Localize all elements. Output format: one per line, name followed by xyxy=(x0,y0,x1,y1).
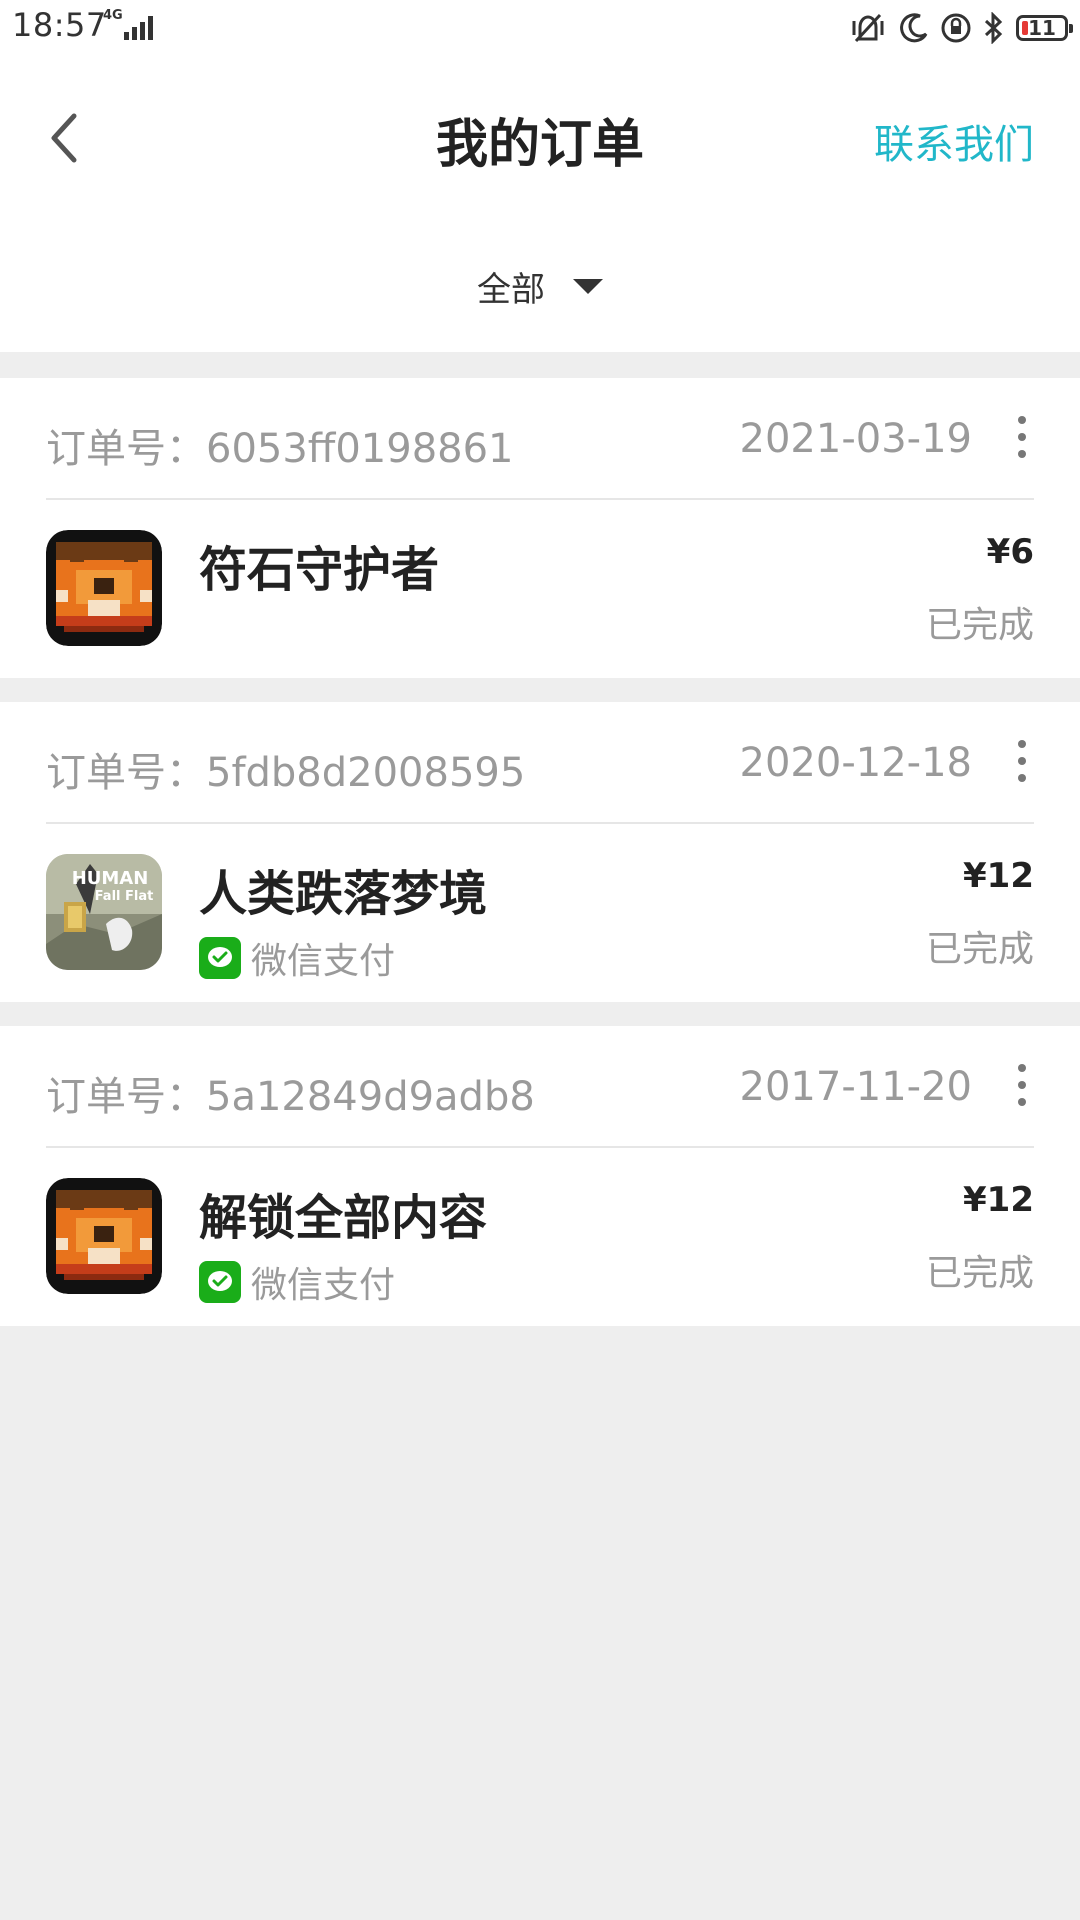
wechat-pay-icon xyxy=(199,937,241,979)
status-time: 18:57 xyxy=(12,6,107,44)
caret-down-icon xyxy=(573,279,603,294)
human-fall-flat-icon: HUMAN Fall Flat xyxy=(46,854,162,970)
status-bar: 18:57 4G 11 xyxy=(0,0,1080,56)
filter-label: 全部 xyxy=(477,270,545,310)
battery-icon: 11 xyxy=(1016,15,1073,41)
order-header: 订单号：6053ff0198861 2021-03-19 xyxy=(46,378,1034,500)
order-price: ¥12 xyxy=(963,1180,1034,1220)
order-header: 订单号：5a12849d9adb8 2017-11-20 xyxy=(46,1026,1034,1148)
nav-header: 我的订单 联系我们 xyxy=(0,70,1080,210)
product-name: 符石守护者 xyxy=(199,542,440,598)
order-date: 2020-12-18 xyxy=(739,740,972,786)
vibrate-icon xyxy=(852,13,884,43)
product-name: 人类跌落梦境 xyxy=(199,866,488,922)
order-card[interactable]: 订单号：6053ff0198861 2021-03-19 符石守护者 ¥6 已完… xyxy=(0,378,1080,678)
contact-us-link[interactable]: 联系我们 xyxy=(874,112,1034,170)
order-status: 已完成 xyxy=(925,1253,1034,1294)
order-date: 2021-03-19 xyxy=(739,416,972,462)
more-options-icon[interactable] xyxy=(1016,740,1028,784)
network-type: 4G xyxy=(103,8,123,23)
bluetooth-icon xyxy=(984,12,1003,44)
more-options-icon[interactable] xyxy=(1016,1064,1028,1108)
order-body: 解锁全部内容 微信支付 ¥12 已完成 xyxy=(46,1148,1034,1326)
order-card[interactable]: 订单号：5fdb8d2008595 2020-12-18 HUMAN Fall … xyxy=(0,702,1080,1002)
status-icons: 11 xyxy=(848,8,1073,48)
payment-method: 微信支付 xyxy=(199,932,395,984)
icon-text-human: HUMAN xyxy=(72,868,149,889)
order-number: 订单号：5fdb8d2008595 xyxy=(46,750,526,796)
more-options-icon[interactable] xyxy=(1016,416,1028,460)
filter-dropdown[interactable]: 全部 xyxy=(0,262,1080,311)
order-body: HUMAN Fall Flat 人类跌落梦境 微信支付 ¥12 已完成 xyxy=(46,824,1034,1002)
signal-icon xyxy=(124,16,153,40)
rune-guardian-icon xyxy=(46,1178,162,1294)
payment-label: 微信支付 xyxy=(251,941,396,982)
battery-level: 11 xyxy=(1028,16,1056,40)
icon-text-fallflat: Fall Flat xyxy=(95,889,154,904)
order-card[interactable]: 订单号：5a12849d9adb8 2017-11-20 解锁全部内容 微信支付… xyxy=(0,1026,1080,1326)
order-price: ¥6 xyxy=(986,532,1034,572)
order-number: 订单号：5a12849d9adb8 xyxy=(46,1074,535,1120)
order-status: 已完成 xyxy=(925,605,1034,646)
order-date: 2017-11-20 xyxy=(739,1064,972,1110)
order-body: 符石守护者 ¥6 已完成 xyxy=(46,500,1034,678)
order-number: 订单号：6053ff0198861 xyxy=(46,426,514,472)
rotation-lock-icon xyxy=(941,13,971,43)
rune-guardian-icon xyxy=(46,530,162,646)
order-status: 已完成 xyxy=(925,929,1034,970)
moon-icon xyxy=(900,13,928,43)
order-header: 订单号：5fdb8d2008595 2020-12-18 xyxy=(46,702,1034,824)
payment-label: 微信支付 xyxy=(251,1265,396,1306)
product-name: 解锁全部内容 xyxy=(199,1190,488,1246)
payment-method: 微信支付 xyxy=(199,1256,395,1308)
order-price: ¥12 xyxy=(963,856,1034,896)
wechat-pay-icon xyxy=(199,1261,241,1303)
